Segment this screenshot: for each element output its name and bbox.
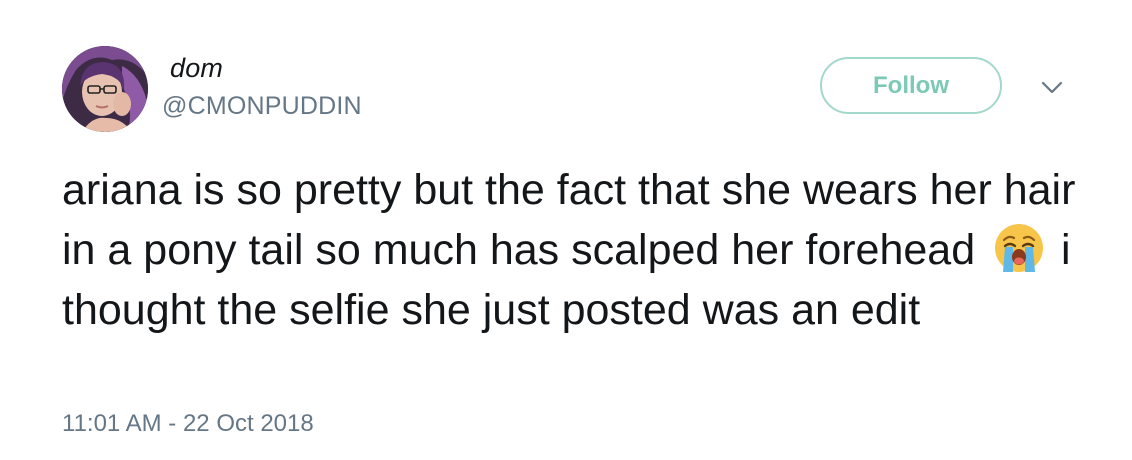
avatar[interactable] — [62, 46, 148, 132]
user-handle[interactable]: @CMONPUDDIN — [162, 92, 362, 121]
chevron-down-icon[interactable] — [1040, 80, 1064, 96]
avatar-image — [62, 46, 148, 132]
tweet-text-part-1: ariana is so pretty but the fact that sh… — [62, 166, 1076, 274]
display-name[interactable]: dom — [170, 53, 223, 84]
tweet-text: ariana is so pretty but the fact that sh… — [62, 160, 1102, 340]
loudly-crying-face-icon — [993, 222, 1045, 274]
tweet-card: dom @CMONPUDDIN Follow ariana is so pret… — [0, 0, 1132, 460]
follow-button[interactable]: Follow — [820, 57, 1002, 114]
timestamp[interactable]: 11:01 AM - 22 Oct 2018 — [62, 410, 314, 438]
